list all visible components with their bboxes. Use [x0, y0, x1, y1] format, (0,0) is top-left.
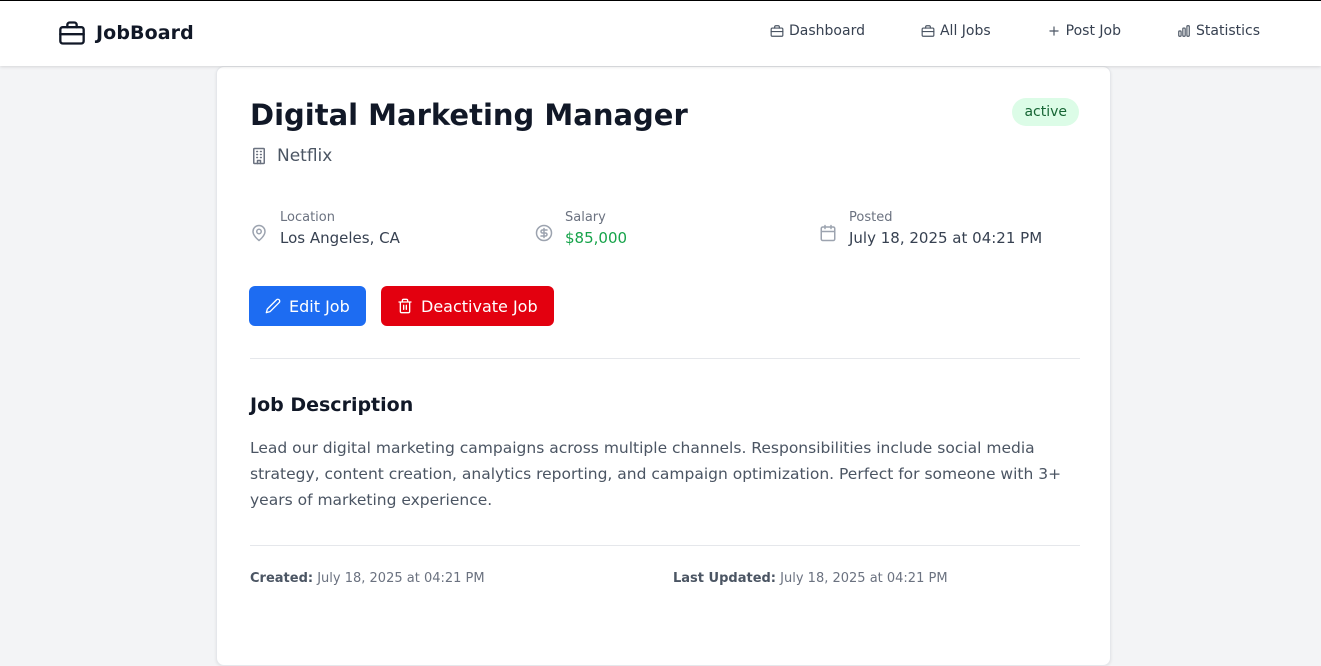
- map-pin-icon: [252, 224, 266, 242]
- nav-dashboard[interactable]: Dashboard: [770, 23, 865, 39]
- status-badge: active: [1012, 98, 1079, 126]
- briefcase-icon: [770, 25, 784, 37]
- created-value: July 18, 2025 at 04:21 PM: [317, 571, 485, 586]
- calendar-icon: [820, 224, 836, 242]
- posted-value: July 18, 2025 at 04:21 PM: [849, 229, 1043, 247]
- salary-value: $85,000: [565, 229, 628, 247]
- trash-icon: [398, 298, 412, 314]
- edit-job-button[interactable]: Edit Job: [249, 286, 366, 326]
- edit-job-label: Edit Job: [289, 296, 350, 316]
- salary-meta: Salary $85,000: [535, 210, 627, 247]
- divider: [250, 358, 1080, 359]
- location-value: Los Angeles, CA: [280, 229, 400, 247]
- briefcase-icon: [921, 25, 935, 37]
- plus-icon: [1049, 26, 1059, 36]
- nav-label: Post Job: [1065, 23, 1121, 39]
- briefcase-icon: [59, 21, 85, 45]
- location-label: Location: [280, 210, 335, 225]
- divider: [250, 545, 1080, 546]
- posted-meta: Posted July 18, 2025 at 04:21 PM: [819, 210, 1042, 247]
- main-nav: Dashboard All Jobs Post Job Statistics: [770, 23, 1260, 39]
- updated-value: July 18, 2025 at 04:21 PM: [780, 571, 948, 586]
- posted-label: Posted: [849, 210, 893, 225]
- company-name: Netflix: [277, 146, 333, 166]
- bar-chart-icon: [1178, 25, 1190, 37]
- company-row: Netflix: [250, 146, 332, 166]
- nav-statistics[interactable]: Statistics: [1177, 23, 1260, 39]
- nav-label: Statistics: [1196, 23, 1260, 39]
- updated-timestamp: Last Updated: July 18, 2025 at 04:21 PM: [673, 571, 948, 586]
- deactivate-job-button[interactable]: Deactivate Job: [381, 286, 554, 326]
- description-heading: Job Description: [250, 394, 414, 416]
- updated-label: Last Updated:: [673, 571, 777, 586]
- location-meta: Location Los Angeles, CA: [250, 210, 400, 247]
- brand-logo[interactable]: JobBoard: [58, 19, 194, 47]
- nav-label: All Jobs: [939, 23, 991, 39]
- deactivate-job-label: Deactivate Job: [421, 296, 538, 316]
- top-navbar: JobBoard Dashboard All Jobs Post Job Sta…: [0, 0, 1321, 66]
- job-detail-card: Digital Marketing Manager active Netflix…: [216, 66, 1111, 666]
- nav-post-job[interactable]: Post Job: [1047, 23, 1121, 39]
- salary-label: Salary: [565, 210, 606, 225]
- created-label: Created:: [250, 571, 314, 586]
- job-description: Lead our digital marketing campaigns acr…: [250, 439, 1062, 509]
- created-timestamp: Created: July 18, 2025 at 04:21 PM: [250, 571, 485, 586]
- nav-all-jobs[interactable]: All Jobs: [921, 23, 991, 39]
- dollar-icon: [535, 224, 553, 242]
- pencil-icon: [265, 298, 281, 314]
- building-icon: [253, 147, 265, 165]
- nav-label: Dashboard: [789, 23, 865, 39]
- app-name: JobBoard: [96, 22, 194, 44]
- job-title: Digital Marketing Manager: [250, 98, 688, 132]
